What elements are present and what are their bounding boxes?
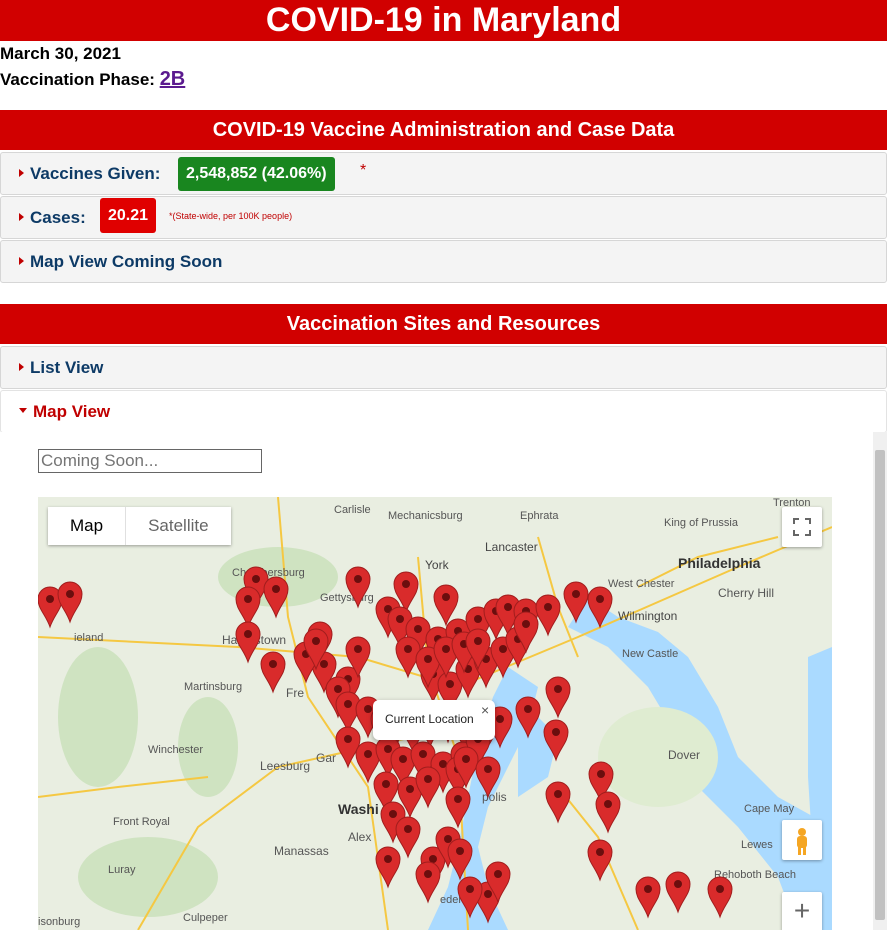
map-marker-pin[interactable] bbox=[635, 876, 661, 919]
map-view-soon-accordion[interactable]: Map View Coming Soon bbox=[0, 240, 887, 283]
map-marker-pin[interactable] bbox=[235, 621, 261, 664]
map-marker-pin[interactable] bbox=[535, 594, 561, 637]
place-label: York bbox=[425, 558, 450, 572]
place-label: Manassas bbox=[274, 844, 329, 858]
vaccines-title: Vaccines Given: bbox=[19, 164, 160, 184]
map-marker-pin[interactable] bbox=[415, 861, 441, 904]
vaccine-section-header: COVID-19 Vaccine Administration and Case… bbox=[0, 110, 887, 150]
map-marker-pin[interactable] bbox=[415, 766, 441, 809]
cases-title: Cases: bbox=[19, 208, 86, 228]
zoom-in-button[interactable]: + bbox=[782, 892, 822, 930]
map-marker-pin[interactable] bbox=[260, 651, 286, 694]
place-label: Lewes bbox=[741, 839, 773, 851]
map-marker-pin[interactable] bbox=[595, 791, 621, 834]
place-label: Winchester bbox=[148, 744, 203, 756]
cases-accordion[interactable]: Cases: 20.21 *(State-wide, per 100K peop… bbox=[0, 196, 887, 239]
forest-patch bbox=[58, 647, 138, 787]
caret-right-icon bbox=[19, 256, 24, 265]
place-label: Culpeper bbox=[183, 912, 228, 924]
map-marker-pin[interactable] bbox=[587, 839, 613, 882]
place-label: Ephrata bbox=[520, 510, 559, 522]
caret-right-icon bbox=[19, 362, 24, 371]
map-view-soon-title: Map View Coming Soon bbox=[19, 252, 222, 272]
place-label: Gar bbox=[316, 751, 336, 765]
vaccination-phase: Vaccination Phase: 2B bbox=[0, 68, 185, 91]
map[interactable]: Trenton Carlisle Mechanicsburg Ephrata K… bbox=[38, 497, 832, 930]
place-label: Mechanicsburg bbox=[388, 510, 463, 522]
map-marker-pin[interactable] bbox=[707, 876, 733, 919]
fullscreen-icon bbox=[793, 518, 811, 536]
caret-down-icon bbox=[19, 408, 27, 414]
phase-link[interactable]: 2B bbox=[160, 68, 186, 90]
place-label: Carlisle bbox=[334, 504, 371, 516]
cases-label: Cases: bbox=[30, 208, 86, 227]
place-label: Leesburg bbox=[260, 759, 310, 773]
vaccines-badge: 2,548,852 (42.06%) bbox=[178, 157, 335, 191]
caret-right-icon bbox=[19, 168, 24, 177]
street-view-button[interactable] bbox=[782, 820, 822, 860]
vaccines-label: Vaccines Given: bbox=[30, 164, 161, 183]
place-label: Luray bbox=[108, 864, 136, 876]
map-type-control: Map Satellite bbox=[48, 507, 231, 545]
cases-note: *(State-wide, per 100K people) bbox=[169, 211, 293, 221]
vaccines-asterisk: * bbox=[360, 162, 367, 179]
place-label: Cherry Hill bbox=[718, 586, 774, 600]
map-marker-pin[interactable] bbox=[545, 781, 571, 824]
phase-label: Vaccination Phase: bbox=[0, 70, 155, 89]
map-view-soon-label: Map View Coming Soon bbox=[30, 252, 223, 271]
place-label: Front Royal bbox=[113, 816, 170, 828]
map-marker-pin[interactable] bbox=[263, 576, 289, 619]
map-marker-pin[interactable] bbox=[395, 816, 421, 859]
place-label: Cape May bbox=[744, 803, 795, 815]
place-label: Fre bbox=[286, 686, 304, 700]
place-label: Martinsburg bbox=[184, 681, 242, 693]
place-label: Alex bbox=[348, 830, 371, 844]
road bbox=[38, 776, 209, 798]
map-view-title: Map View bbox=[19, 402, 110, 422]
scrollbar[interactable] bbox=[873, 432, 887, 930]
map-type-map-button[interactable]: Map bbox=[48, 507, 125, 545]
place-label: Lancaster bbox=[485, 540, 538, 554]
place-label: New Castle bbox=[622, 648, 678, 660]
fullscreen-button[interactable] bbox=[782, 507, 822, 547]
place-label: ieland bbox=[74, 632, 103, 644]
map-marker-pin[interactable] bbox=[375, 846, 401, 889]
cases-badge: 20.21 bbox=[100, 198, 157, 233]
map-marker-pin[interactable] bbox=[235, 586, 261, 629]
place-label: Dover bbox=[668, 748, 700, 762]
pegman-icon bbox=[797, 828, 807, 855]
list-view-label: List View bbox=[30, 358, 104, 377]
list-view-accordion[interactable]: List View bbox=[0, 346, 887, 389]
close-icon[interactable]: × bbox=[481, 702, 489, 718]
map-view-label: Map View bbox=[33, 402, 111, 421]
map-view-accordion[interactable]: Map View bbox=[0, 390, 887, 433]
map-marker-pin[interactable] bbox=[57, 581, 83, 624]
vaccines-accordion[interactable]: Vaccines Given: 2,548,852 (42.06%) * bbox=[0, 152, 887, 195]
scroll-thumb[interactable] bbox=[875, 450, 885, 920]
info-window: Current Location × bbox=[373, 700, 495, 740]
page-title: COVID-19 in Maryland bbox=[0, 0, 887, 41]
place-label: King of Prussia bbox=[664, 517, 739, 529]
map-marker-pin[interactable] bbox=[545, 676, 571, 719]
search-input[interactable] bbox=[38, 449, 262, 473]
place-label: Wilmington bbox=[618, 609, 677, 623]
place-label: Philadelphia bbox=[678, 555, 761, 571]
forest-patch bbox=[78, 837, 218, 917]
map-marker-pin[interactable] bbox=[335, 726, 361, 769]
sites-section-header: Vaccination Sites and Resources bbox=[0, 304, 887, 344]
report-date: March 30, 2021 bbox=[0, 44, 121, 63]
map-marker-pin[interactable] bbox=[665, 871, 691, 914]
map-type-satellite-button[interactable]: Satellite bbox=[125, 507, 230, 545]
place-label: Washi bbox=[338, 801, 379, 817]
caret-right-icon bbox=[19, 212, 24, 221]
place-label: West Chester bbox=[608, 578, 675, 590]
place-label: isonburg bbox=[38, 916, 80, 928]
info-window-text: Current Location bbox=[385, 712, 474, 726]
place-label: Gettysburg bbox=[320, 592, 374, 604]
list-view-title: List View bbox=[19, 358, 103, 378]
